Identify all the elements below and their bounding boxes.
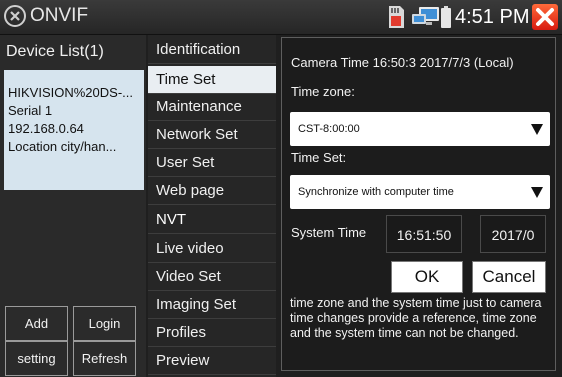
menu-item-identification[interactable]: Identification [148,36,276,64]
close-icon [536,8,554,26]
camera-time-text: Camera Time 16:50:3 2017/7/3 (Local) [291,55,514,70]
dropdown-arrow-icon [531,187,543,198]
time-set-select[interactable]: Synchronize with computer time [290,175,550,209]
menu-item-maintenance[interactable]: Maintenance [148,93,276,121]
time-zone-select[interactable]: CST-8:00:00 [290,112,550,146]
device-name: HIKVISION%20DS-... [8,85,133,100]
device-location: Location city/han... [8,139,117,154]
refresh-button[interactable]: Refresh [73,341,136,376]
menu-item-profiles[interactable]: Profiles [148,319,276,347]
time-set-panel: Camera Time 16:50:3 2017/7/3 (Local) Tim… [281,37,556,371]
add-button[interactable]: Add [5,306,68,341]
time-zone-value: CST-8:00:00 [298,123,360,135]
device-ip: 192.168.0.64 [8,121,84,136]
menu-item-preview[interactable]: Preview [148,347,276,375]
time-set-note: time zone and the system time just to ca… [290,296,542,340]
menu-item-web-page[interactable]: Web page [148,177,276,205]
menu-item-time-set[interactable]: Time Set [148,66,276,94]
device-list-panel: Device List(1) HIKVISION%20DS-... Serial… [0,35,146,377]
device-list-item[interactable]: HIKVISION%20DS-... Serial 1 192.168.0.64… [4,70,144,190]
settings-menu: Identification Time Set Maintenance Netw… [148,35,276,377]
close-button[interactable] [532,4,558,30]
battery-icon [441,6,451,28]
dropdown-arrow-icon [531,124,543,135]
menu-item-live-video[interactable]: Live video [148,235,276,263]
device-list-header: Device List(1) [6,43,104,60]
menu-item-imaging-set[interactable]: Imaging Set [148,291,276,319]
onvif-logo-icon [4,5,26,27]
menu-item-network-set[interactable]: Network Set [148,121,276,149]
cancel-button[interactable]: Cancel [472,261,546,293]
system-time-field[interactable]: 16:51:50 [386,215,462,253]
title-bar: ONVIF 4:51 PM [0,0,562,35]
setting-button[interactable]: setting [5,341,68,376]
menu-item-user-set[interactable]: User Set [148,149,276,177]
network-icon [412,7,439,25]
system-time-label: System Time [291,225,367,240]
system-date-field[interactable]: 2017/0 [480,215,546,253]
device-serial: Serial 1 [8,103,53,118]
onvif-screen: ONVIF 4:51 PM Device List(1) HIKVISION%2… [0,0,562,377]
menu-item-video-set[interactable]: Video Set [148,263,276,291]
app-title: ONVIF [30,5,89,26]
time-zone-label: Time zone: [291,84,355,99]
menu-item-nvt[interactable]: NVT [148,206,276,234]
login-button[interactable]: Login [73,306,136,341]
ok-button[interactable]: OK [391,261,463,293]
sd-card-icon [389,6,404,28]
time-set-value: Synchronize with computer time [298,186,454,198]
time-set-label: Time Set: [291,150,347,165]
status-time: 4:51 PM [455,6,530,28]
